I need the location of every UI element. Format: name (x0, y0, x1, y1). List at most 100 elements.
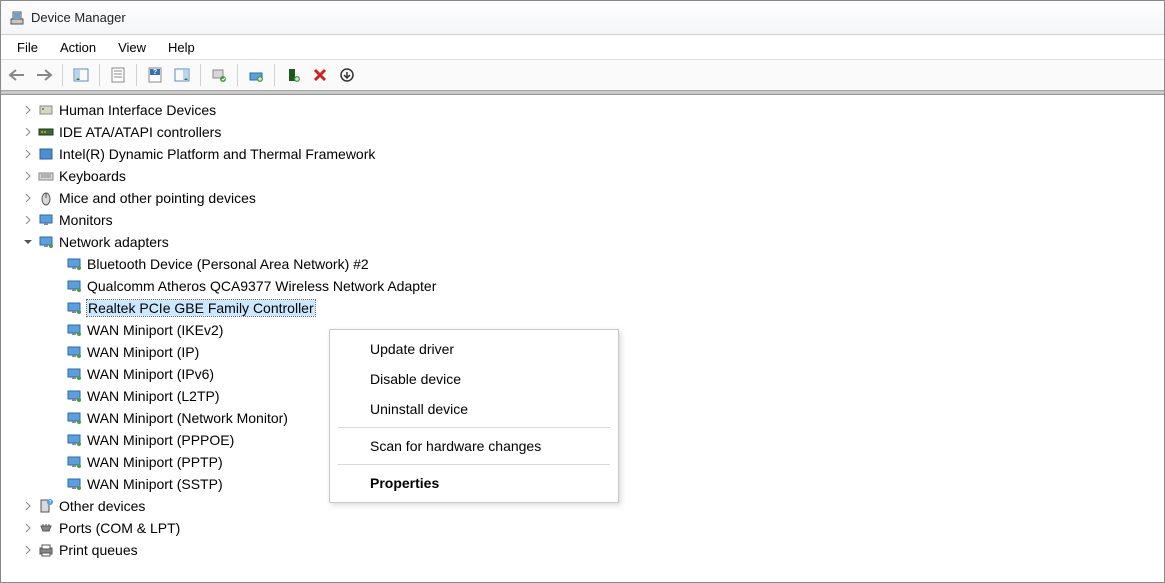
toolbar-separator (62, 64, 63, 86)
svg-text:?: ? (153, 69, 157, 76)
tree-node-bt[interactable]: Bluetooth Device (Personal Area Network)… (21, 253, 1164, 275)
properties-button[interactable] (106, 63, 130, 87)
spacer (49, 345, 63, 359)
tree-node-hid[interactable]: Human Interface Devices (21, 99, 1164, 121)
context-menu-properties[interactable]: Properties (330, 468, 618, 498)
tree-label: Bluetooth Device (Personal Area Network)… (87, 256, 369, 272)
tree-label: Keyboards (59, 168, 126, 184)
tree-node-intel[interactable]: Intel(R) Dynamic Platform and Thermal Fr… (21, 143, 1164, 165)
keyboard-icon (37, 168, 55, 184)
network-adapter-icon (65, 300, 83, 316)
menu-help[interactable]: Help (158, 38, 205, 57)
spacer (49, 257, 63, 271)
tree-label: Ports (COM & LPT) (59, 520, 180, 536)
window-title: Device Manager (31, 10, 126, 25)
spacer (49, 389, 63, 403)
spacer (49, 477, 63, 491)
network-adapter-icon (65, 256, 83, 272)
context-menu: Update driver Disable device Uninstall d… (329, 329, 619, 503)
tree-node-print[interactable]: Print queues (21, 539, 1164, 561)
context-menu-scan-hardware[interactable]: Scan for hardware changes (330, 431, 618, 461)
network-adapter-icon (65, 454, 83, 470)
chevron-down-icon[interactable] (21, 235, 35, 249)
chevron-right-icon[interactable] (21, 147, 35, 161)
device-manager-icon (9, 10, 25, 26)
show-hide-console-tree-button[interactable] (69, 63, 93, 87)
spacer (49, 455, 63, 469)
tree-node-realtek[interactable]: Realtek PCIe GBE Family Controller (21, 297, 1164, 319)
network-adapter-icon (65, 344, 83, 360)
chevron-right-icon[interactable] (21, 169, 35, 183)
ports-icon (37, 520, 55, 536)
tree-label: WAN Miniport (IPv6) (87, 366, 214, 382)
context-menu-disable-device[interactable]: Disable device (330, 364, 618, 394)
chevron-right-icon[interactable] (21, 213, 35, 227)
spacer (49, 411, 63, 425)
ide-icon (37, 124, 55, 140)
menu-file[interactable]: File (7, 38, 48, 57)
tree-label: Human Interface Devices (59, 102, 216, 118)
spacer (49, 323, 63, 337)
toolbar-separator (200, 64, 201, 86)
context-menu-update-driver[interactable]: Update driver (330, 334, 618, 364)
spacer (49, 433, 63, 447)
tree-label: WAN Miniport (SSTP) (87, 476, 223, 492)
forward-button[interactable] (32, 63, 56, 87)
update-driver-button[interactable] (244, 63, 268, 87)
chevron-right-icon[interactable] (21, 125, 35, 139)
network-adapter-icon (65, 388, 83, 404)
tree-label: IDE ATA/ATAPI controllers (59, 124, 221, 140)
enable-device-button[interactable] (281, 63, 305, 87)
action-pane-button[interactable] (170, 63, 194, 87)
disable-device-button[interactable] (335, 63, 359, 87)
tree-label: Print queues (59, 542, 138, 558)
tree-label: WAN Miniport (PPTP) (87, 454, 223, 470)
tree-node-mice[interactable]: Mice and other pointing devices (21, 187, 1164, 209)
printer-icon (37, 542, 55, 558)
tree-label: Other devices (59, 498, 145, 514)
tree-label: Intel(R) Dynamic Platform and Thermal Fr… (59, 146, 375, 162)
tree-label: Mice and other pointing devices (59, 190, 256, 206)
context-menu-uninstall-device[interactable]: Uninstall device (330, 394, 618, 424)
tree-label: WAN Miniport (PPPOE) (87, 432, 234, 448)
toolbar-separator (237, 64, 238, 86)
tree-node-ide[interactable]: IDE ATA/ATAPI controllers (21, 121, 1164, 143)
titlebar: Device Manager (1, 1, 1164, 35)
spacer (49, 279, 63, 293)
help-button[interactable]: ? (143, 63, 167, 87)
platform-icon (37, 146, 55, 162)
chevron-right-icon[interactable] (21, 499, 35, 513)
mouse-icon (37, 190, 55, 206)
monitor-icon (37, 212, 55, 228)
menu-view[interactable]: View (108, 38, 156, 57)
tree-node-monitors[interactable]: Monitors (21, 209, 1164, 231)
network-adapter-icon (65, 432, 83, 448)
tree-label: Monitors (59, 212, 113, 228)
tree-node-keyboards[interactable]: Keyboards (21, 165, 1164, 187)
toolbar-separator (99, 64, 100, 86)
toolbar: ? (1, 59, 1164, 91)
chevron-right-icon[interactable] (21, 191, 35, 205)
tree-label-selected: Realtek PCIe GBE Family Controller (87, 300, 315, 316)
other-devices-icon: ? (37, 498, 55, 514)
scan-hardware-button[interactable] (207, 63, 231, 87)
menu-action[interactable]: Action (50, 38, 106, 57)
toolbar-separator (136, 64, 137, 86)
tree-label: Qualcomm Atheros QCA9377 Wireless Networ… (87, 278, 436, 294)
chevron-right-icon[interactable] (21, 521, 35, 535)
tree-node-network[interactable]: Network adapters (21, 231, 1164, 253)
tree-node-qca[interactable]: Qualcomm Atheros QCA9377 Wireless Networ… (21, 275, 1164, 297)
chevron-right-icon[interactable] (21, 543, 35, 557)
chevron-right-icon[interactable] (21, 103, 35, 117)
svg-text:?: ? (49, 500, 52, 506)
network-adapter-icon (65, 476, 83, 492)
tree-node-ports[interactable]: Ports (COM & LPT) (21, 517, 1164, 539)
back-button[interactable] (5, 63, 29, 87)
uninstall-device-button[interactable] (308, 63, 332, 87)
network-adapter-icon (65, 278, 83, 294)
network-adapter-icon (65, 322, 83, 338)
tree-label: WAN Miniport (IKEv2) (87, 322, 223, 338)
toolbar-separator (274, 64, 275, 86)
context-menu-separator (338, 464, 610, 465)
tree-label: Network adapters (59, 234, 169, 250)
